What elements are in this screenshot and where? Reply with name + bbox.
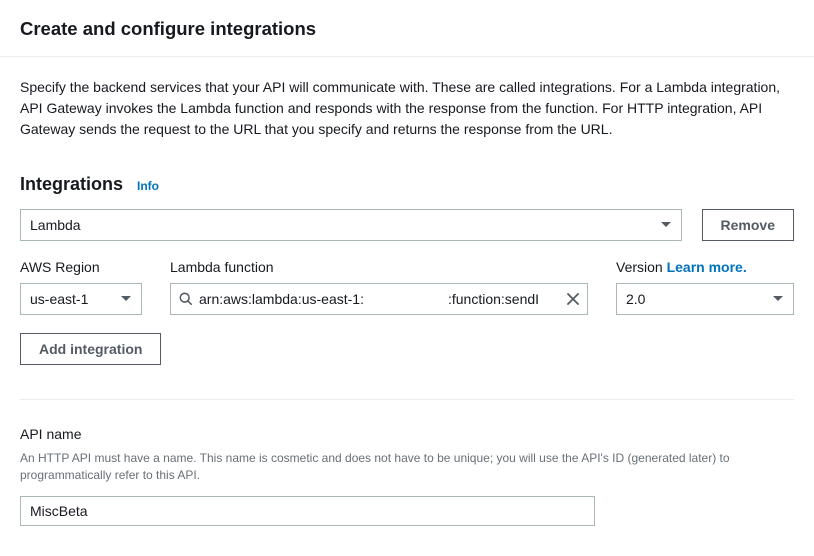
- remove-button[interactable]: Remove: [702, 209, 794, 241]
- integration-type-select[interactable]: Lambda: [20, 209, 682, 241]
- learn-more-link[interactable]: Learn more.: [667, 259, 747, 275]
- add-integration-button[interactable]: Add integration: [20, 333, 161, 365]
- version-column: Version Learn more. 2.0: [616, 259, 794, 315]
- region-value: us-east-1: [30, 291, 88, 307]
- lambda-label: Lambda function: [170, 259, 588, 275]
- lambda-column: Lambda function arn:aws:lambda:us-east-1…: [170, 259, 588, 315]
- integration-details-row: AWS Region us-east-1 Lambda function arn…: [20, 259, 794, 315]
- remove-button-label: Remove: [721, 217, 775, 233]
- page-title: Create and configure integrations: [20, 18, 794, 40]
- lambda-arn-suffix: :function:sendI: [448, 291, 539, 307]
- integrations-heading-row: Integrations Info: [20, 174, 794, 195]
- lambda-arn-value: arn:aws:lambda:us-east-1: :function:sendI: [199, 291, 561, 307]
- add-integration-label: Add integration: [39, 341, 142, 357]
- integrations-heading: Integrations: [20, 174, 123, 195]
- clear-icon[interactable]: [567, 293, 579, 305]
- integration-type-row: Lambda Remove: [20, 209, 794, 241]
- region-column: AWS Region us-east-1: [20, 259, 142, 315]
- integration-type-value: Lambda: [30, 217, 81, 233]
- chevron-down-icon: [773, 296, 783, 302]
- lambda-arn-prefix: arn:aws:lambda:us-east-1:: [199, 291, 364, 307]
- region-label: AWS Region: [20, 259, 142, 275]
- api-name-help: An HTTP API must have a name. This name …: [20, 450, 780, 484]
- version-select[interactable]: 2.0: [616, 283, 794, 315]
- lambda-function-input[interactable]: arn:aws:lambda:us-east-1: :function:sendI: [170, 283, 588, 315]
- region-select[interactable]: us-east-1: [20, 283, 142, 315]
- version-label: Version Learn more.: [616, 259, 794, 275]
- chevron-down-icon: [121, 296, 131, 302]
- api-name-input[interactable]: MiscBeta: [20, 496, 595, 526]
- page-header: Create and configure integrations: [0, 0, 814, 57]
- content: Specify the backend services that your A…: [0, 57, 814, 556]
- integration-type-select-wrap: Lambda: [20, 209, 682, 241]
- search-icon: [179, 292, 193, 306]
- api-name-label: API name: [20, 426, 794, 442]
- api-name-value: MiscBeta: [30, 503, 88, 519]
- divider: [20, 399, 794, 400]
- info-link[interactable]: Info: [137, 179, 159, 193]
- version-value: 2.0: [626, 291, 645, 307]
- intro-text: Specify the backend services that your A…: [20, 77, 794, 140]
- version-label-text: Version: [616, 259, 663, 275]
- chevron-down-icon: [661, 222, 671, 228]
